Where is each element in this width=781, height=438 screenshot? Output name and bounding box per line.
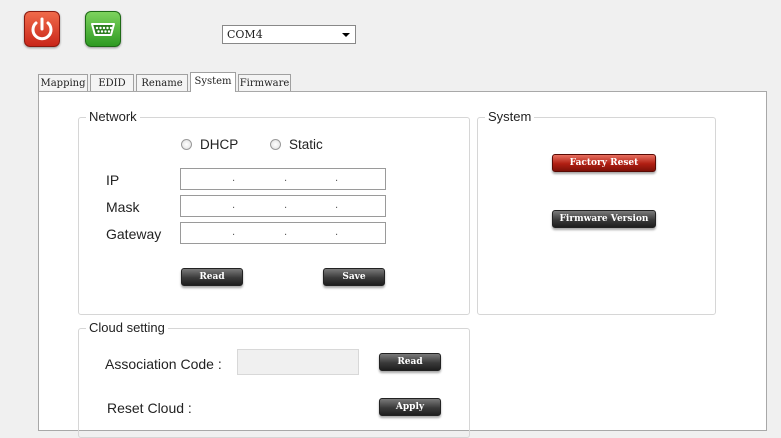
firmware-version-button[interactable]: Firmware Version <box>552 210 656 228</box>
com-port-value: COM4 <box>227 28 263 41</box>
chevron-down-icon[interactable] <box>342 33 350 37</box>
network-save-button[interactable]: Save <box>323 268 385 286</box>
static-radio-dot[interactable] <box>270 139 281 150</box>
tab-edid[interactable]: EDID <box>90 74 134 91</box>
ip-input[interactable]: ... <box>180 168 386 190</box>
network-read-button[interactable]: Read <box>181 268 243 286</box>
tab-firmware[interactable]: Firmware <box>238 74 291 91</box>
system-group: System Factory Reset Firmware Version <box>477 109 716 315</box>
power-button[interactable] <box>24 11 60 47</box>
association-code-label: Association Code : <box>105 356 222 372</box>
dhcp-label: DHCP <box>200 137 239 152</box>
gateway-label: Gateway <box>106 226 162 242</box>
com-port-select[interactable]: COM4 <box>222 25 356 44</box>
network-group: Network DHCP Static IP ... Mask ... Gate… <box>78 109 470 315</box>
cloud-setting-title: Cloud setting <box>86 320 168 335</box>
factory-reset-button[interactable]: Factory Reset <box>552 154 656 172</box>
system-tab-panel: Network DHCP Static IP ... Mask ... Gate… <box>38 91 767 438</box>
reset-cloud-label: Reset Cloud : <box>107 400 192 416</box>
power-icon <box>31 17 53 41</box>
cloud-read-button[interactable]: Read <box>379 353 441 371</box>
system-group-title: System <box>485 109 535 124</box>
ip-label: IP <box>106 172 120 188</box>
static-label: Static <box>289 137 323 152</box>
cloud-setting-group: Cloud setting Association Code : Read Re… <box>78 320 470 438</box>
serial-port-button[interactable] <box>85 11 121 47</box>
dhcp-radio[interactable]: DHCP <box>181 137 238 152</box>
association-code-field <box>237 349 359 375</box>
network-group-title: Network <box>86 109 140 124</box>
tab-rename[interactable]: Rename <box>136 74 188 91</box>
gateway-input[interactable]: ... <box>180 222 386 244</box>
serial-port-icon <box>91 23 115 36</box>
mask-input[interactable]: ... <box>180 195 386 217</box>
dhcp-radio-dot[interactable] <box>181 139 192 150</box>
static-radio[interactable]: Static <box>270 137 323 152</box>
tab-mapping[interactable]: Mapping <box>38 74 88 91</box>
mask-label: Mask <box>106 199 140 215</box>
tab-system[interactable]: System <box>190 72 236 92</box>
apply-button[interactable]: Apply <box>379 398 441 416</box>
